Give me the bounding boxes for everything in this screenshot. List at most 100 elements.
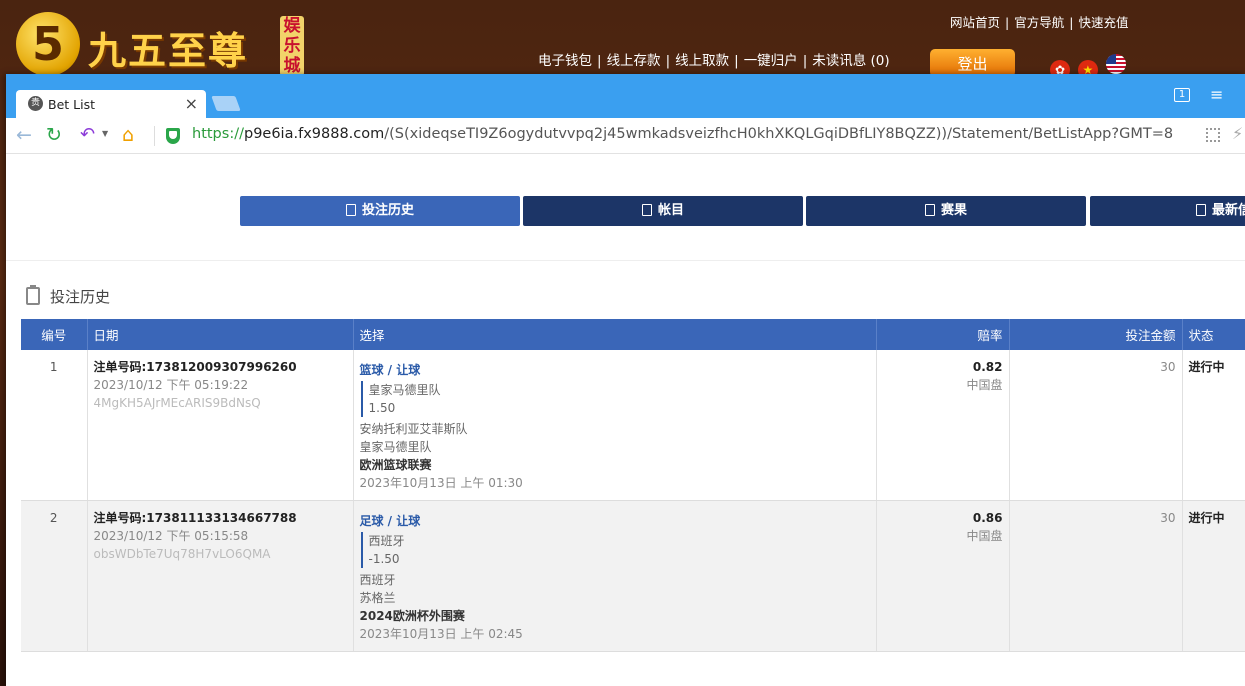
tab-bet-history[interactable]: 投注历史 bbox=[240, 196, 520, 226]
tab-label: 投注历史 bbox=[361, 203, 414, 218]
home-icon[interactable]: ⌂ bbox=[122, 125, 134, 145]
odds-value: 0.82 bbox=[972, 360, 1003, 374]
away-team: 苏格兰 bbox=[359, 591, 396, 605]
pick-handicap: 1.50 bbox=[368, 401, 396, 415]
divider bbox=[154, 126, 155, 146]
url-scheme: https:// bbox=[192, 126, 244, 142]
league-name: 2024欧洲杯外围赛 bbox=[359, 609, 465, 623]
tab-results[interactable]: 赛果 bbox=[806, 196, 1086, 226]
url-path: /(S(xideqseTI9Z6ogydutvvpq2j45wmkadsveiz… bbox=[384, 126, 1174, 142]
row-date-cell: 注单号码:173811133134667788 2023/10/12 下午 05… bbox=[87, 500, 354, 652]
page-content: 投注历史 帐目 赛果 最新信息 投注历史 编号 日期 选择 赔率 投注金额 状态 bbox=[6, 154, 1245, 686]
status-value: 进行中 bbox=[1182, 500, 1245, 652]
bet-datetime: 2023/10/12 下午 05:15:58 bbox=[93, 529, 249, 543]
site-nav: 电子钱包 | 线上存款 | 线上取款 | 一键归户 | 未读讯息 (0) bbox=[538, 53, 890, 69]
row-odds-cell: 0.82 中国盘 bbox=[876, 350, 1010, 501]
clipboard-icon bbox=[345, 204, 356, 216]
tab-title: Bet List bbox=[48, 97, 95, 112]
odds-value: 0.86 bbox=[972, 511, 1003, 525]
home-team: 安纳托利亚艾菲斯队 bbox=[359, 422, 468, 436]
clipboard-icon bbox=[26, 285, 40, 305]
sport-market: 篮球 / 让球 bbox=[359, 363, 421, 377]
nav-deposit[interactable]: 线上存款 bbox=[607, 53, 661, 69]
link-quick-topup[interactable]: 快速充值 bbox=[1078, 15, 1128, 30]
us-flag-icon[interactable] bbox=[1105, 54, 1126, 74]
ledger-icon bbox=[641, 204, 652, 216]
table-row: 2 注单号码:173811133134667788 2023/10/12 下午 … bbox=[21, 500, 1245, 652]
browser-tab[interactable]: 贵 Bet List × bbox=[16, 90, 206, 118]
tab-bar: 贵 Bet List × 1 ≡ bbox=[6, 74, 1245, 118]
mail-icon bbox=[1195, 204, 1206, 216]
tab-label: 赛果 bbox=[940, 203, 967, 218]
qr-code-icon[interactable] bbox=[1206, 128, 1220, 142]
col-stake: 投注金额 bbox=[1009, 319, 1183, 350]
stake-value: 30 bbox=[1009, 350, 1183, 501]
nav-messages[interactable]: 未读讯息 (0) bbox=[812, 53, 889, 69]
menu-icon[interactable]: ≡ bbox=[1210, 85, 1223, 104]
row-number: 2 bbox=[21, 500, 88, 652]
row-odds-cell: 0.86 中国盘 bbox=[876, 500, 1010, 652]
col-number: 编号 bbox=[21, 319, 88, 350]
col-selection: 选择 bbox=[353, 319, 877, 350]
url-input[interactable]: https://p9e6ia.fx9888.com/(S(xideqseTI9Z… bbox=[192, 126, 1173, 142]
row-selection-cell: 篮球 / 让球 皇家马德里队 1.50 安纳托利亚艾菲斯队 皇家马德里队 欧洲篮… bbox=[353, 350, 877, 501]
close-icon[interactable]: × bbox=[185, 94, 198, 113]
league-name: 欧洲篮球联赛 bbox=[359, 458, 432, 472]
url-host: p9e6ia.fx9888.com bbox=[243, 126, 385, 142]
odds-type: 中国盘 bbox=[966, 529, 1003, 543]
col-status: 状态 bbox=[1182, 319, 1245, 350]
pick-handicap: -1.50 bbox=[368, 552, 400, 566]
table-row: 1 注单号码:173812009307996260 2023/10/12 下午 … bbox=[21, 350, 1245, 501]
match-time: 2023年10月13日 上午 01:30 bbox=[359, 476, 523, 490]
logo-digit: 5 bbox=[16, 12, 80, 76]
favicon-icon: 贵 bbox=[28, 96, 43, 111]
bet-code: obsWDbTe7Uq78H7vLO6QMA bbox=[93, 547, 271, 561]
shield-icon[interactable] bbox=[166, 128, 180, 144]
home-team: 西班牙 bbox=[359, 573, 396, 587]
nav-withdraw[interactable]: 线上取款 bbox=[675, 53, 729, 69]
logout-button[interactable]: 登出 bbox=[930, 49, 1015, 77]
logo-badge: 娱乐城 bbox=[280, 16, 304, 76]
browser-window: 贵 Bet List × 1 ≡ ← ↻ ↶ ▼ ⌂ https://p9e6i… bbox=[6, 74, 1245, 686]
divider bbox=[6, 260, 1245, 261]
col-date: 日期 bbox=[87, 319, 354, 350]
row-selection-cell: 足球 / 让球 西班牙 -1.50 西班牙 苏格兰 2024欧洲杯外围赛 202… bbox=[353, 500, 877, 652]
tab-label: 最新信息 bbox=[1211, 203, 1245, 218]
row-date-cell: 注单号码:173812009307996260 2023/10/12 下午 05… bbox=[87, 350, 354, 501]
pick-team: 皇家马德里队 bbox=[368, 383, 441, 397]
top-links: 网站首页 | 官方导航 | 快速充值 bbox=[950, 15, 1129, 30]
table-header: 编号 日期 选择 赔率 投注金额 状态 bbox=[21, 319, 1245, 350]
link-official-nav[interactable]: 官方导航 bbox=[1014, 15, 1064, 30]
undo-icon[interactable]: ↶ bbox=[80, 125, 95, 145]
section-title-text: 投注历史 bbox=[50, 288, 111, 306]
pick-team: 西班牙 bbox=[368, 534, 405, 548]
tab-label: 帐目 bbox=[657, 203, 684, 218]
address-bar: ← ↻ ↶ ▼ ⌂ https://p9e6ia.fx9888.com/(S(x… bbox=[6, 118, 1245, 154]
nav-consolidate[interactable]: 一键归户 bbox=[744, 53, 798, 69]
sport-market: 足球 / 让球 bbox=[359, 514, 421, 528]
pick-block: 西班牙 -1.50 bbox=[360, 532, 870, 568]
tab-account[interactable]: 帐目 bbox=[523, 196, 803, 226]
bet-code: 4MgKH5AJrMEcARIS9BdNsQ bbox=[93, 396, 261, 410]
order-number: 注单号码:173811133134667788 bbox=[93, 511, 297, 525]
pick-block: 皇家马德里队 1.50 bbox=[360, 381, 870, 417]
chevron-down-icon[interactable]: ▼ bbox=[102, 129, 108, 138]
scoreboard-icon bbox=[924, 204, 935, 216]
nav-wallet[interactable]: 电子钱包 bbox=[538, 53, 592, 69]
site-logo[interactable]: 5 九五至尊 娱乐城 bbox=[16, 12, 306, 76]
order-number: 注单号码:173812009307996260 bbox=[93, 360, 297, 374]
back-arrow-icon[interactable]: ← bbox=[16, 125, 32, 145]
tab-latest-news[interactable]: 最新信息 bbox=[1090, 196, 1245, 226]
window-count-icon[interactable]: 1 bbox=[1174, 88, 1190, 102]
odds-type: 中国盘 bbox=[966, 378, 1003, 392]
away-team: 皇家马德里队 bbox=[359, 440, 432, 454]
logo-text: 九五至尊 bbox=[88, 28, 249, 73]
row-number: 1 bbox=[21, 350, 88, 501]
new-tab-button[interactable] bbox=[211, 96, 241, 111]
bet-list-table: 编号 日期 选择 赔率 投注金额 状态 1 注单号码:1738120093079… bbox=[21, 319, 1245, 652]
lightning-icon[interactable]: ⚡ bbox=[1232, 124, 1243, 143]
col-odds: 赔率 bbox=[876, 319, 1010, 350]
link-home[interactable]: 网站首页 bbox=[950, 15, 1000, 30]
reload-icon[interactable]: ↻ bbox=[46, 125, 62, 145]
match-time: 2023年10月13日 上午 02:45 bbox=[359, 627, 523, 641]
